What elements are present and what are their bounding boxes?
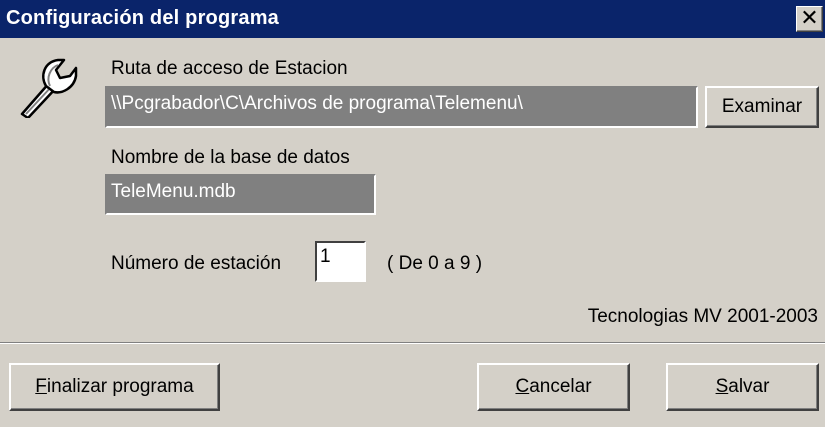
save-button-label: alvar (728, 376, 770, 397)
station-number-input[interactable]: 1 (315, 241, 366, 282)
database-name-field[interactable]: TeleMenu.mdb (105, 174, 376, 215)
title-bar[interactable]: Configuración del programa ✕ (0, 0, 825, 38)
cancel-accel-key: C (515, 376, 530, 397)
copyright-text: Tecnologias MV 2001-2003 (587, 306, 818, 327)
cancel-button-label: ancelar (529, 376, 592, 397)
finish-program-button[interactable]: Finalizar programa (9, 363, 220, 411)
footer-divider (0, 342, 825, 344)
station-number-label: Número de estación (111, 253, 282, 274)
station-path-field[interactable]: \\Pcgrabador\C\Archivos de programa\Tele… (105, 86, 698, 128)
close-icon: ✕ (800, 5, 819, 30)
save-accel-key: S (715, 376, 729, 397)
path-label: Ruta de acceso de Estacion (111, 58, 348, 79)
finish-button-label: inalizar programa (46, 376, 194, 397)
save-button[interactable]: Salvar (666, 363, 819, 411)
browse-button[interactable]: Examinar (705, 86, 819, 128)
finish-accel-key: F (35, 376, 47, 397)
close-button[interactable]: ✕ (796, 6, 823, 32)
cancel-button[interactable]: Cancelar (477, 363, 630, 411)
database-label: Nombre de la base de datos (111, 147, 350, 168)
window-title: Configuración del programa (6, 7, 280, 29)
config-dialog: Configuración del programa ✕ Ruta de acc… (0, 0, 825, 427)
wrench-icon (20, 58, 78, 118)
station-range-hint: ( De 0 a 9 ) (387, 253, 483, 274)
